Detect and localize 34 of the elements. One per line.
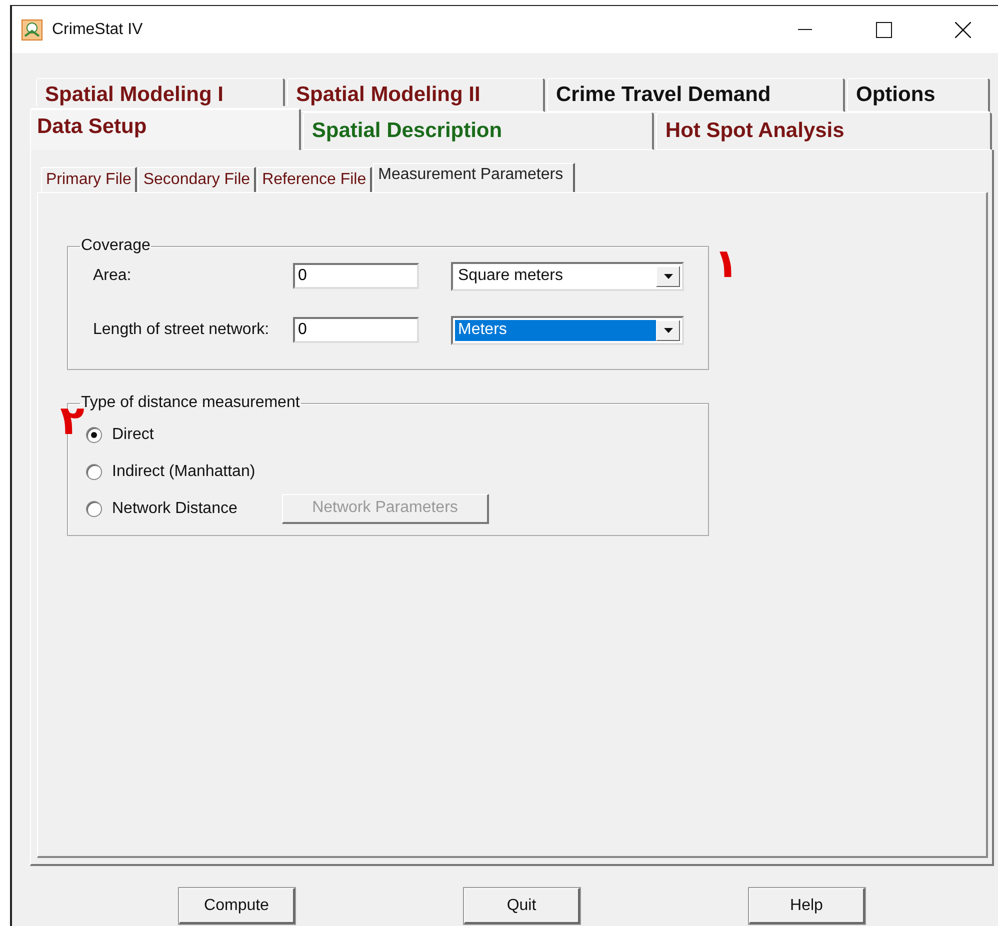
sub-tab[interactable]: Primary File: [41, 167, 138, 192]
main-tab[interactable]: Options: [847, 78, 990, 112]
radio-label: Indirect (Manhattan): [112, 462, 256, 480]
maximize-icon[interactable]: [876, 22, 892, 38]
unit-dropdown[interactable]: Meters: [451, 316, 684, 344]
main-tab[interactable]: Data Setup: [30, 108, 301, 150]
sub-tab[interactable]: Reference File: [257, 167, 372, 192]
group-title: Coverage: [80, 237, 152, 255]
app-icon: [21, 18, 43, 40]
close-icon[interactable]: [955, 22, 971, 38]
sub-tab[interactable]: Measurement Parameters: [373, 163, 576, 192]
main-tab[interactable]: Spatial Modeling II: [287, 78, 545, 112]
window-title: CrimeStat IV: [52, 20, 144, 38]
radio-button[interactable]: [86, 464, 102, 480]
minimize-icon[interactable]: [798, 28, 812, 30]
main-tab[interactable]: Spatial Description: [302, 112, 654, 150]
radio-button[interactable]: [86, 500, 102, 516]
dropdown-arrow-icon: [664, 328, 672, 332]
sub-tab[interactable]: Secondary File: [138, 167, 256, 192]
input-field[interactable]: 0: [293, 317, 419, 343]
field-label: Length of street network:: [92, 321, 270, 339]
radio-label: Direct: [112, 426, 154, 444]
radio-button[interactable]: [86, 426, 102, 442]
dialog-button[interactable]: Quit: [464, 888, 580, 924]
main-tab[interactable]: Crime Travel Demand: [547, 78, 845, 112]
dialog-button[interactable]: Help: [749, 888, 865, 924]
unit-dropdown[interactable]: Square meters: [451, 262, 684, 290]
input-field[interactable]: 0: [293, 263, 419, 289]
dropdown-arrow-icon: [664, 274, 672, 278]
field-label: Area:: [92, 267, 132, 285]
main-tab[interactable]: Hot Spot Analysis: [656, 112, 992, 150]
radio-label: Network Distance: [112, 500, 238, 518]
dialog-button[interactable]: Compute: [179, 888, 295, 924]
annotation-number: ١: [714, 244, 738, 284]
